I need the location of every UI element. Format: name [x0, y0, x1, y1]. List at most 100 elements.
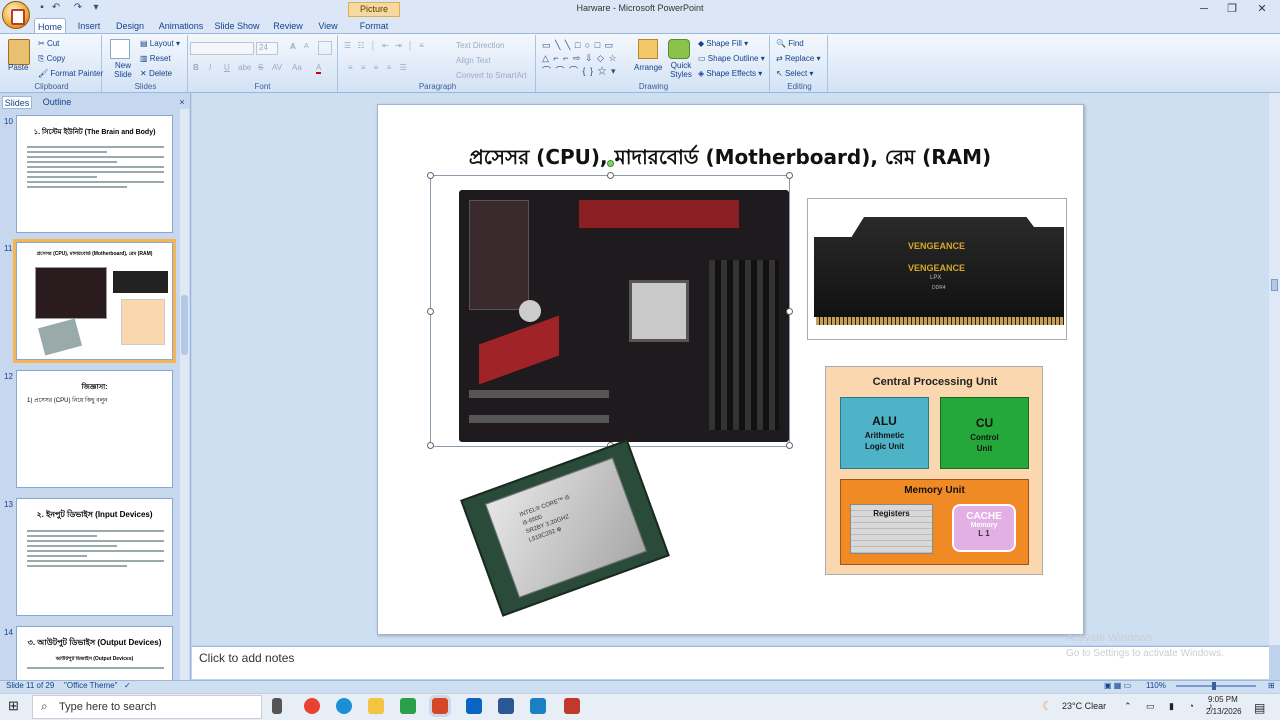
shape-outline-button[interactable]: ▭ Shape Outline ▾: [698, 54, 765, 63]
close-pane-button[interactable]: ×: [176, 96, 188, 109]
resize-handle[interactable]: [607, 172, 614, 179]
bullets-button[interactable]: ☰ ☷ │ ⇤ ⇥ │ ≡: [344, 41, 426, 50]
resize-handle[interactable]: [427, 308, 434, 315]
strike-button[interactable]: S: [258, 63, 263, 72]
quick-styles-button[interactable]: Quick Styles: [666, 61, 696, 79]
delete-button[interactable]: ✕ Delete: [140, 69, 172, 78]
paste-button[interactable]: Paste: [8, 63, 28, 72]
slide-thumb-12[interactable]: জিজ্ঞাসা: 1) প্রসেসর (CPU) নিয়ে কিছু বল…: [16, 370, 173, 488]
bold-button[interactable]: B: [193, 63, 199, 72]
clear-formatting-icon[interactable]: [318, 41, 332, 55]
align-text-button[interactable]: Align Text: [456, 56, 491, 65]
search-box[interactable]: ⌕ Type here to search: [32, 695, 262, 719]
slide-thumb-14[interactable]: ৩. আউটপুট ডিভাইস (Output Devices) আউটপুট…: [16, 626, 173, 680]
save-icon[interactable]: ▪: [36, 2, 48, 14]
resize-handle[interactable]: [427, 172, 434, 179]
find-button[interactable]: 🔍 Find: [776, 39, 804, 48]
view-buttons[interactable]: ▣ ▦ ▭: [1104, 681, 1131, 690]
resize-handle[interactable]: [786, 308, 793, 315]
app-icon[interactable]: [530, 698, 546, 714]
tab-design[interactable]: Design: [112, 18, 148, 34]
edge-icon[interactable]: [336, 698, 352, 714]
slide-scrollbar[interactable]: [1269, 93, 1280, 645]
select-button[interactable]: ↖ Select ▾: [776, 69, 813, 78]
layout-button[interactable]: ▤ Layout ▾: [140, 39, 180, 48]
office-button[interactable]: [2, 1, 30, 29]
tab-animations[interactable]: Animations: [156, 18, 206, 34]
font-size-input[interactable]: 24: [256, 42, 278, 55]
pane-scroll-thumb[interactable]: [181, 295, 188, 355]
alignment-buttons[interactable]: ≡ ≡ ≡ ≡ ☰: [348, 63, 410, 72]
notifications-icon[interactable]: ▤: [1254, 701, 1265, 715]
replace-button[interactable]: ⇄ Replace ▾: [776, 54, 821, 63]
tab-review[interactable]: Review: [270, 18, 306, 34]
file-explorer-icon[interactable]: [368, 698, 384, 714]
weather-icon[interactable]: ☾: [1042, 699, 1053, 713]
cpu-diagram[interactable]: Central Processing Unit ALU Arithmetic L…: [825, 366, 1043, 575]
char-spacing-button[interactable]: AV: [272, 63, 282, 72]
minimize-button[interactable]: ─: [1194, 2, 1214, 16]
powerpoint-icon[interactable]: [429, 695, 451, 717]
spellcheck-icon[interactable]: ✓: [124, 681, 131, 690]
outlook-icon[interactable]: [466, 698, 482, 714]
zoom-level[interactable]: 110%: [1146, 681, 1166, 690]
pane-scrollbar[interactable]: [180, 109, 189, 680]
convert-smartart-button[interactable]: Convert to SmartArt: [456, 71, 527, 80]
shrink-font-button[interactable]: A: [304, 43, 309, 50]
tab-format[interactable]: Format: [356, 18, 392, 34]
copy-button[interactable]: ⎘ Copy: [38, 54, 65, 64]
tab-outline[interactable]: Outline: [38, 96, 76, 109]
italic-button[interactable]: I: [209, 63, 211, 72]
text-direction-button[interactable]: Text Direction: [456, 41, 504, 50]
store-icon[interactable]: [400, 698, 416, 714]
notes-placeholder[interactable]: Click to add notes: [199, 651, 294, 665]
start-icon[interactable]: ⊞: [8, 699, 22, 713]
maximize-button[interactable]: ❐: [1222, 2, 1242, 16]
change-case-button[interactable]: Aa: [292, 63, 302, 72]
font-color-button[interactable]: A: [316, 63, 322, 74]
clock-date[interactable]: 2/13/2026: [1206, 707, 1242, 716]
zoom-slider-thumb[interactable]: [1212, 682, 1216, 690]
grow-font-button[interactable]: A: [290, 42, 296, 51]
slide-thumb-11[interactable]: প্রসেসর (CPU), মাদারবোর্ড (Motherboard),…: [13, 239, 176, 363]
tab-insert[interactable]: Insert: [72, 18, 106, 34]
chrome-icon[interactable]: [304, 698, 320, 714]
fit-to-window-icon[interactable]: ⊞: [1268, 681, 1275, 690]
slide-scroll-thumb[interactable]: [1271, 279, 1278, 291]
ram-image[interactable]: VENGEANCE VENGEANCE LPX DDR4: [807, 198, 1067, 340]
tab-home[interactable]: Home: [34, 18, 66, 34]
clock-time[interactable]: 9:05 PM: [1208, 695, 1238, 704]
tab-view[interactable]: View: [314, 18, 342, 34]
slide-thumb-10[interactable]: ১. সিস্টেম ইউনিট (The Brain and Body): [16, 115, 173, 233]
close-button[interactable]: ✕: [1252, 2, 1272, 16]
reset-button[interactable]: ▥ Reset: [140, 54, 171, 63]
customize-qat-icon[interactable]: ▾: [90, 2, 102, 14]
tab-slide-show[interactable]: Slide Show: [214, 18, 260, 34]
tab-slides[interactable]: Slides: [2, 96, 32, 109]
cut-button[interactable]: ✂ Cut: [38, 39, 59, 48]
word-icon[interactable]: [498, 698, 514, 714]
app-icon[interactable]: [564, 698, 580, 714]
shapes-gallery[interactable]: ▭ ╲ ╲ □ ○ □ ▭ △ ⌐ ⌐ ⇨ ⇩ ◇ ☆ ⌒ ⌒ ⌒ { } ☆ ▾: [542, 39, 632, 79]
weather-text[interactable]: 23°C Clear: [1062, 701, 1106, 711]
zoom-slider[interactable]: [1176, 682, 1256, 690]
undo-icon[interactable]: ↶: [50, 2, 62, 14]
new-slide-button[interactable]: New Slide: [110, 61, 136, 79]
motherboard-image-selected[interactable]: [427, 160, 793, 449]
format-painter-button[interactable]: 🖌 Format Painter: [38, 69, 103, 78]
rotate-handle[interactable]: [607, 160, 614, 167]
slide-thumb-13[interactable]: ২. ইনপুট ডিভাইস (Input Devices): [16, 498, 173, 616]
shape-fill-button[interactable]: ◆ Shape Fill ▾: [698, 39, 748, 48]
arrange-button[interactable]: Arrange: [634, 63, 662, 72]
redo-icon[interactable]: ↷: [72, 2, 84, 14]
resize-handle[interactable]: [786, 172, 793, 179]
underline-button[interactable]: U: [224, 63, 230, 72]
resize-handle[interactable]: [427, 442, 434, 449]
font-name-input[interactable]: [190, 42, 254, 55]
shadow-button[interactable]: abe: [238, 63, 251, 72]
shape-effects-button[interactable]: ◈ Shape Effects ▾: [698, 69, 762, 78]
task-view-icon[interactable]: [272, 698, 282, 714]
resize-handle[interactable]: [786, 442, 793, 449]
slide-title[interactable]: প্রসেসর (CPU), মাদারবোর্ড (Motherboard),…: [380, 143, 1080, 176]
tray-icons[interactable]: ⌃ ▭ ▮ ◔ ♪: [1124, 701, 1219, 712]
